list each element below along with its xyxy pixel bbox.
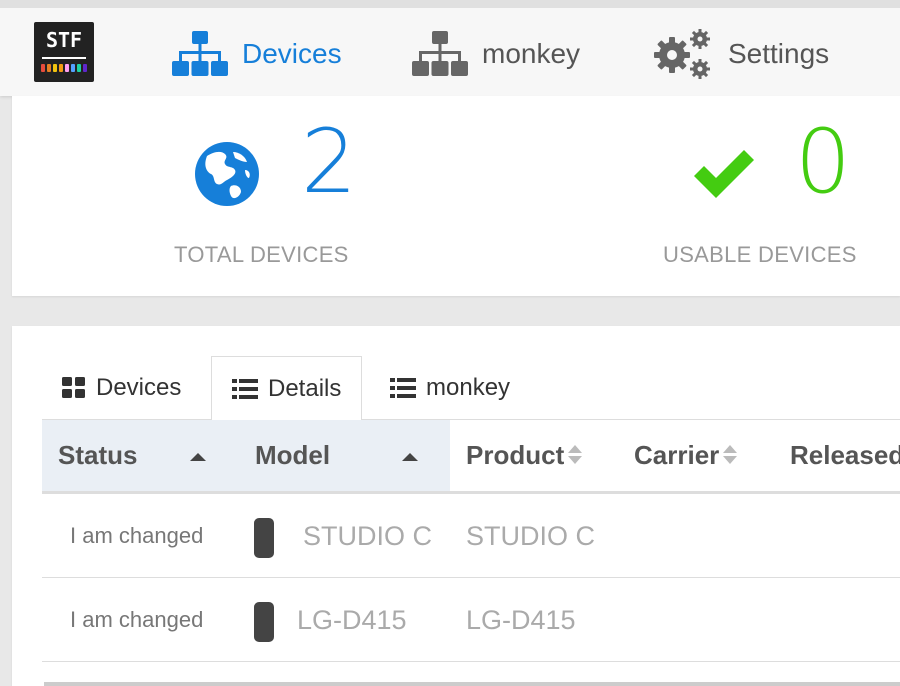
- row-model: LG-D415: [297, 604, 407, 635]
- tab-details[interactable]: Details: [211, 356, 363, 421]
- list-icon: [390, 378, 416, 398]
- tab-monkey[interactable]: monkey: [370, 356, 530, 420]
- tab-devices[interactable]: Devices: [42, 356, 201, 420]
- sort-ascending-icon: [190, 453, 206, 461]
- column-released-label: Released: [790, 440, 900, 470]
- list-icon: [232, 378, 258, 399]
- logo-text: STF: [45, 28, 83, 52]
- logo-key: [65, 64, 69, 72]
- logo-key: [53, 64, 57, 72]
- column-header-model[interactable]: Model: [239, 420, 450, 491]
- view-tabs: Devices Details monkey: [42, 356, 900, 421]
- row-status: I am changed: [70, 607, 204, 632]
- checkmark-icon: [694, 150, 754, 198]
- column-product-label: Product: [466, 440, 565, 470]
- nav-settings[interactable]: Settings: [652, 22, 829, 86]
- scrollbar[interactable]: [44, 682, 900, 686]
- logo-keys: [41, 64, 87, 72]
- sort-both-icon: [723, 444, 738, 467]
- devices-panel: Devices Details monkey Status Model Prod…: [12, 326, 900, 686]
- phone-icon: [254, 602, 274, 642]
- sort-ascending-icon: [402, 453, 418, 461]
- table-row[interactable]: I am changed LG-D415 LG-D415: [42, 578, 900, 662]
- sitemap-icon: [412, 31, 468, 76]
- table-row[interactable]: I am changed STUDIO C STUDIO C: [42, 494, 900, 578]
- column-header-status[interactable]: Status: [42, 420, 239, 491]
- column-carrier-label: Carrier: [634, 440, 720, 470]
- tab-details-label: Details: [268, 374, 342, 402]
- usable-devices-label: USABLE DEVICES: [663, 242, 857, 267]
- column-model-label: Model: [255, 440, 331, 470]
- total-devices-label: TOTAL DEVICES: [174, 242, 349, 267]
- row-product: LG-D415: [466, 604, 576, 635]
- logo-key: [77, 64, 81, 72]
- sitemap-icon: [172, 31, 228, 76]
- tab-devices-label: Devices: [96, 374, 182, 401]
- logo-key: [59, 64, 63, 72]
- row-product: STUDIO C: [466, 520, 596, 551]
- device-stats-card: 2 TOTAL DEVICES 0 USABLE DEVICES: [12, 96, 900, 296]
- top-navbar: STF Devices monkey Settings: [0, 0, 900, 96]
- nav-devices-label: Devices: [242, 38, 342, 69]
- phone-icon: [254, 518, 274, 558]
- column-header-product[interactable]: Product: [450, 420, 618, 491]
- gears-icon: [654, 29, 710, 79]
- sort-both-icon: [568, 444, 583, 467]
- logo-key: [47, 64, 51, 72]
- table-header: Status Model Product Carrier Released: [42, 420, 900, 494]
- nav-settings-label: Settings: [728, 38, 830, 69]
- stf-logo[interactable]: STF: [34, 22, 94, 82]
- logo-key: [71, 64, 75, 72]
- logo-divider: [42, 57, 86, 59]
- logo-key: [83, 64, 87, 72]
- nav-devices[interactable]: Devices: [172, 22, 342, 86]
- logo-key: [41, 64, 45, 72]
- column-header-released[interactable]: Released: [774, 420, 900, 491]
- globe-icon: [195, 142, 259, 206]
- tab-monkey-label: monkey: [426, 374, 511, 401]
- column-header-carrier[interactable]: Carrier: [618, 420, 774, 491]
- grid-icon: [62, 377, 85, 398]
- row-status: I am changed: [70, 523, 204, 548]
- column-status-label: Status: [58, 440, 138, 470]
- nav-monkey[interactable]: monkey: [412, 22, 580, 86]
- total-devices-count: 2: [301, 110, 357, 213]
- usable-devices-count: 0: [795, 110, 851, 213]
- nav-monkey-label: monkey: [482, 38, 581, 69]
- row-model: STUDIO C: [303, 520, 433, 551]
